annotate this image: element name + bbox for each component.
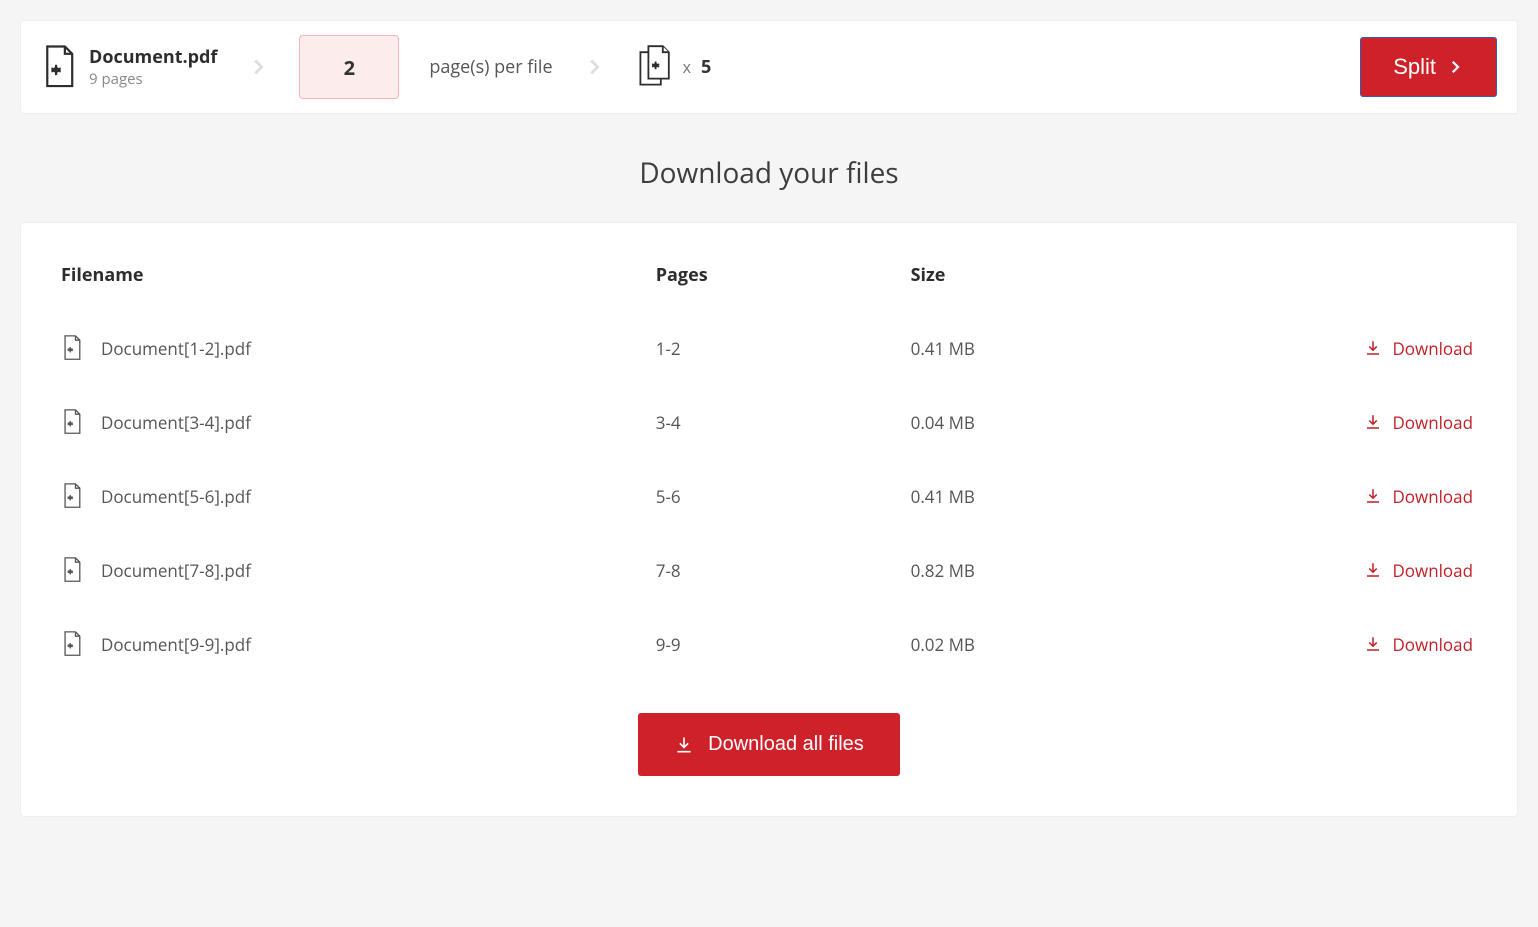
table-row: Document[9-9].pdf 9-9 0.02 MB Download [61,607,1477,681]
pdf-file-icon [61,483,83,509]
download-link[interactable]: Download [1165,559,1477,582]
file-name: Document[9-9].pdf [101,633,251,656]
pdf-file-icon [41,45,77,89]
col-pages: Pages [656,263,911,287]
pdf-stack-icon [635,45,673,89]
file-pages: 5-6 [656,485,911,508]
split-button[interactable]: Split [1360,37,1497,97]
table-header: Filename Pages Size [61,263,1477,311]
file-name: Document[5-6].pdf [101,485,251,508]
pdf-file-icon [61,335,83,361]
download-link[interactable]: Download [1165,411,1477,434]
file-pages: 1-2 [656,337,911,360]
download-link[interactable]: Download [1165,485,1477,508]
table-row: Document[7-8].pdf 7-8 0.82 MB Download [61,533,1477,607]
file-size: 0.41 MB [911,485,1166,508]
download-icon [1364,339,1382,357]
section-heading: Download your files [20,154,1518,192]
document-page-count: 9 pages [89,69,217,89]
download-link[interactable]: Download [1165,633,1477,656]
file-name: Document[3-4].pdf [101,411,251,434]
chevron-right-icon [247,56,269,78]
download-all-label: Download all files [708,733,864,756]
file-pages: 7-8 [656,559,911,582]
file-size: 0.04 MB [911,411,1166,434]
split-button-label: Split [1393,54,1436,80]
multiplier-prefix: x [683,56,691,78]
download-icon [1364,635,1382,653]
download-label: Download [1392,633,1473,656]
pdf-file-icon [61,409,83,435]
download-icon [1364,413,1382,431]
file-pages: 3-4 [656,411,911,434]
file-name: Document[7-8].pdf [101,559,251,582]
download-label: Download [1392,411,1473,434]
file-size: 0.02 MB [911,633,1166,656]
process-summary-bar: Document.pdf 9 pages 2 page(s) per file … [20,20,1518,114]
download-label: Download [1392,337,1473,360]
download-label: Download [1392,559,1473,582]
result-count-value: 5 [701,55,711,79]
col-size: Size [911,263,1166,287]
pages-per-file-label: page(s) per file [429,55,552,79]
table-row: Document[1-2].pdf 1-2 0.41 MB Download [61,311,1477,385]
download-icon [674,735,694,755]
table-row: Document[5-6].pdf 5-6 0.41 MB Download [61,459,1477,533]
file-size: 0.41 MB [911,337,1166,360]
download-icon [1364,487,1382,505]
source-document: Document.pdf 9 pages [41,45,217,89]
document-name: Document.pdf [89,45,217,69]
results-card: Filename Pages Size Document[1-2].pdf 1-… [20,222,1518,817]
pages-per-file-input[interactable]: 2 [299,35,399,99]
file-pages: 9-9 [656,633,911,656]
download-icon [1364,561,1382,579]
pages-per-file-value: 2 [344,54,355,81]
result-file-count: x 5 [635,45,712,89]
file-name: Document[1-2].pdf [101,337,251,360]
chevron-right-icon [1446,58,1464,76]
download-link[interactable]: Download [1165,337,1477,360]
chevron-right-icon [583,56,605,78]
table-row: Document[3-4].pdf 3-4 0.04 MB Download [61,385,1477,459]
file-size: 0.82 MB [911,559,1166,582]
pdf-file-icon [61,631,83,657]
download-label: Download [1392,485,1473,508]
results-table: Filename Pages Size Document[1-2].pdf 1-… [61,263,1477,681]
download-all-button[interactable]: Download all files [638,713,900,776]
pdf-file-icon [61,557,83,583]
col-filename: Filename [61,263,656,287]
